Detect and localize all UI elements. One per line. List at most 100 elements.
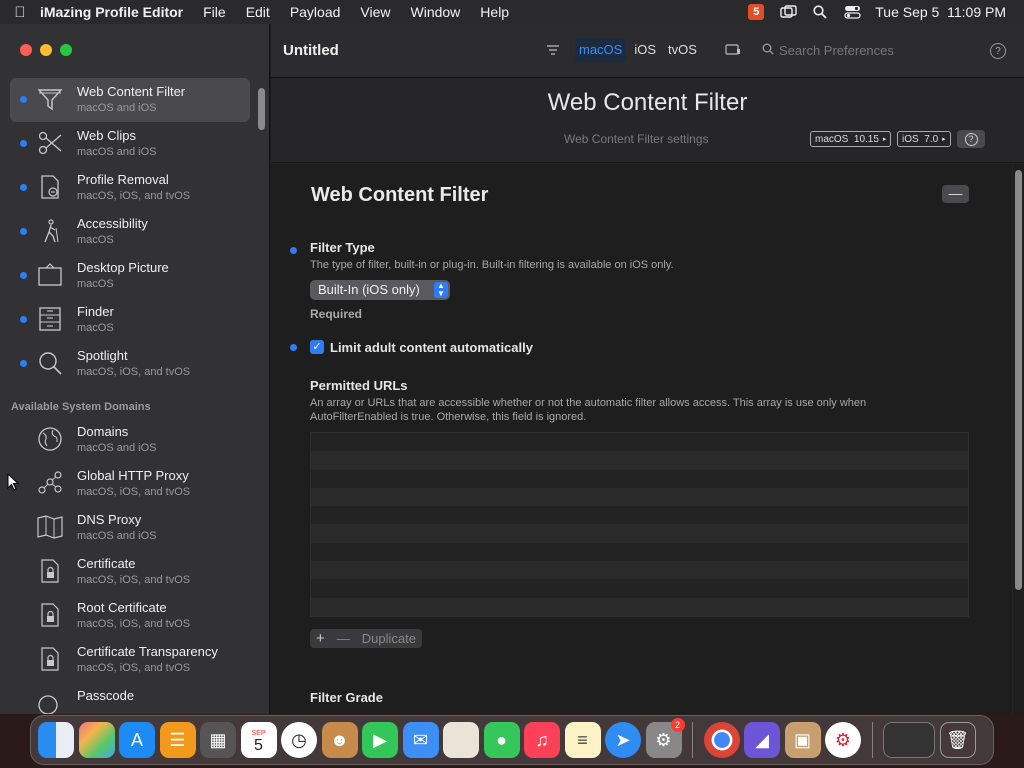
duplicate-url-button[interactable]: Duplicate (356, 631, 422, 646)
dock-separator (871, 722, 873, 758)
calculator-dock-icon[interactable]: ▦ (200, 722, 236, 758)
funnel-icon (36, 84, 64, 114)
sidebar-item-domains[interactable]: Domains macOS and iOS (10, 418, 250, 462)
mail-dock-icon[interactable]: ✉ (402, 722, 439, 758)
sidebar-item-global-http-proxy[interactable]: Global HTTP Proxy macOS, iOS, and tvOS (10, 462, 250, 506)
sidebar-item-accessibility[interactable]: Accessibility macOS (10, 210, 250, 254)
table-row[interactable] (311, 543, 968, 561)
html5-status-icon[interactable]: 5 (747, 4, 765, 20)
safari-dock-icon[interactable]: ➤ (605, 722, 641, 758)
spotlight-search-icon[interactable] (811, 4, 829, 20)
ios-version-badge[interactable]: iOS 7.0 ▸ (897, 131, 951, 147)
system-settings-dock-icon[interactable]: ⚙ 2 (645, 718, 685, 758)
sidebar-item-spotlight[interactable]: Spotlight macOS, iOS, and tvOS (10, 342, 250, 386)
sidebar-item-web-clips[interactable]: Web Clips macOS and iOS (10, 122, 250, 166)
table-row[interactable] (311, 470, 968, 488)
payload-header-subtitle: Web Content Filter settings (564, 132, 709, 146)
table-row[interactable] (311, 561, 968, 580)
sidebar-item-desktop-picture[interactable]: Desktop Picture macOS (10, 254, 250, 298)
scissors-icon (36, 128, 64, 158)
sidebar-item-finder[interactable]: Finder macOS (10, 298, 250, 342)
music-dock-icon[interactable]: ♫ (524, 722, 560, 758)
tab-tvos[interactable]: tvOS (664, 38, 701, 62)
contacts-dock-icon[interactable]: ☻ (321, 722, 358, 758)
permitted-urls-table[interactable] (310, 432, 969, 617)
screen-mirroring-icon[interactable] (779, 4, 797, 20)
sidebar-item-subtitle: macOS and iOS (77, 530, 157, 542)
messages-dock-icon[interactable]: ● (483, 722, 520, 758)
menu-clock[interactable]: Tue Sep 5 11:09 PM (875, 4, 1006, 20)
scroll-thumb[interactable] (1015, 170, 1022, 590)
sidebar-item-certificate[interactable]: Certificate macOS, iOS, and tvOS (10, 550, 250, 594)
table-row[interactable] (311, 433, 968, 451)
zoom-window-button[interactable] (60, 44, 72, 56)
gear-app-dock-icon[interactable]: ⚙ (825, 722, 861, 758)
app-menu[interactable]: iMazing Profile Editor (40, 4, 183, 20)
content-scrollbar[interactable] (1013, 164, 1024, 714)
sidebar-item-title: Spotlight (77, 348, 128, 363)
accessibility-icon (36, 216, 64, 246)
tab-macos[interactable]: macOS (575, 38, 627, 62)
filter-type-label: Filter Type (310, 240, 375, 255)
filter-grade-label: Filter Grade (310, 690, 383, 705)
clock-dock-icon[interactable]: ◷ (281, 722, 317, 758)
calendar-dock-icon[interactable]: SEP 5 (240, 722, 277, 758)
menu-payload[interactable]: Payload (290, 4, 341, 20)
facetime-dock-icon[interactable]: ▶ (362, 722, 398, 758)
search-input[interactable] (779, 42, 969, 58)
menu-help[interactable]: Help (480, 4, 509, 20)
sidebar-item-profile-removal[interactable]: Profile Removal macOS, iOS, and tvOS (10, 166, 250, 210)
add-url-button[interactable]: + (310, 630, 331, 647)
window-thumbnail-dock-icon[interactable] (883, 722, 935, 758)
filter-type-popup[interactable]: Built-In (iOS only) ▲ ▼ (310, 280, 450, 300)
imazing-profile-editor-dock-icon[interactable]: ▣ (784, 722, 821, 758)
device-icon[interactable] (725, 42, 741, 58)
collapse-button[interactable]: — (942, 185, 969, 203)
table-row[interactable] (311, 579, 968, 597)
sidebar-item-title: Web Clips (77, 128, 137, 143)
table-row[interactable] (311, 597, 968, 616)
macos-version-badge[interactable]: macOS 10.15 ▸ (810, 131, 892, 147)
apple-menu-icon[interactable]:  (0, 4, 40, 21)
search-icon (757, 43, 779, 58)
books-dock-icon[interactable]: ☰ (159, 722, 196, 758)
minimize-window-button[interactable] (40, 44, 52, 56)
chrome-dock-icon[interactable] (703, 722, 740, 758)
menu-window[interactable]: Window (411, 4, 461, 20)
sidebar-scrollbar[interactable] (258, 88, 265, 130)
table-row[interactable] (311, 487, 968, 507)
maps-dock-icon[interactable] (443, 722, 479, 758)
sidebar-item-dns-proxy[interactable]: DNS Proxy macOS and iOS (10, 506, 250, 550)
app-dock-icon[interactable]: ◢ (744, 722, 780, 758)
search-field[interactable] (757, 38, 977, 62)
notes-dock-icon[interactable]: ≡ (564, 722, 601, 758)
limit-adult-checkbox[interactable]: ✓ (310, 340, 324, 354)
url-table-buttons: + — Duplicate (310, 629, 422, 648)
menu-file[interactable]: File (203, 4, 226, 20)
close-window-button[interactable] (20, 44, 32, 56)
menu-view[interactable]: View (360, 4, 390, 20)
menu-edit[interactable]: Edit (246, 4, 270, 20)
table-row[interactable] (311, 506, 968, 524)
sidebar-item-title: Certificate Transparency (77, 644, 218, 659)
payload-help-button[interactable]: ? (957, 130, 985, 148)
payload-section-title: Web Content Filter (311, 184, 489, 206)
sidebar-item-root-certificate[interactable]: Root Certificate macOS, iOS, and tvOS (10, 594, 250, 638)
sidebar-item-title: Finder (77, 304, 114, 319)
remove-url-button[interactable]: — (331, 631, 356, 646)
trash-dock-icon[interactable]: 🗑 (939, 722, 976, 758)
launchpad-dock-icon[interactable] (78, 722, 115, 758)
sidebar-item-title: Accessibility (77, 216, 148, 231)
table-row[interactable] (311, 451, 968, 470)
tab-ios[interactable]: iOS (630, 38, 660, 62)
finder-dock-icon[interactable] (38, 722, 74, 758)
table-row[interactable] (311, 524, 968, 543)
help-button[interactable]: ? (990, 43, 1006, 59)
sidebar-item-passcode[interactable]: Passcode (10, 682, 250, 714)
app-store-dock-icon[interactable]: A (119, 722, 155, 758)
filter-list-icon[interactable] (545, 42, 561, 58)
control-center-icon[interactable] (843, 4, 861, 20)
limit-adult-label[interactable]: Limit adult content automatically (330, 340, 533, 355)
sidebar-item-certificate-transparency[interactable]: Certificate Transparency macOS, iOS, and… (10, 638, 250, 682)
sidebar-item-web-content-filter[interactable]: Web Content Filter macOS and iOS (10, 78, 250, 122)
